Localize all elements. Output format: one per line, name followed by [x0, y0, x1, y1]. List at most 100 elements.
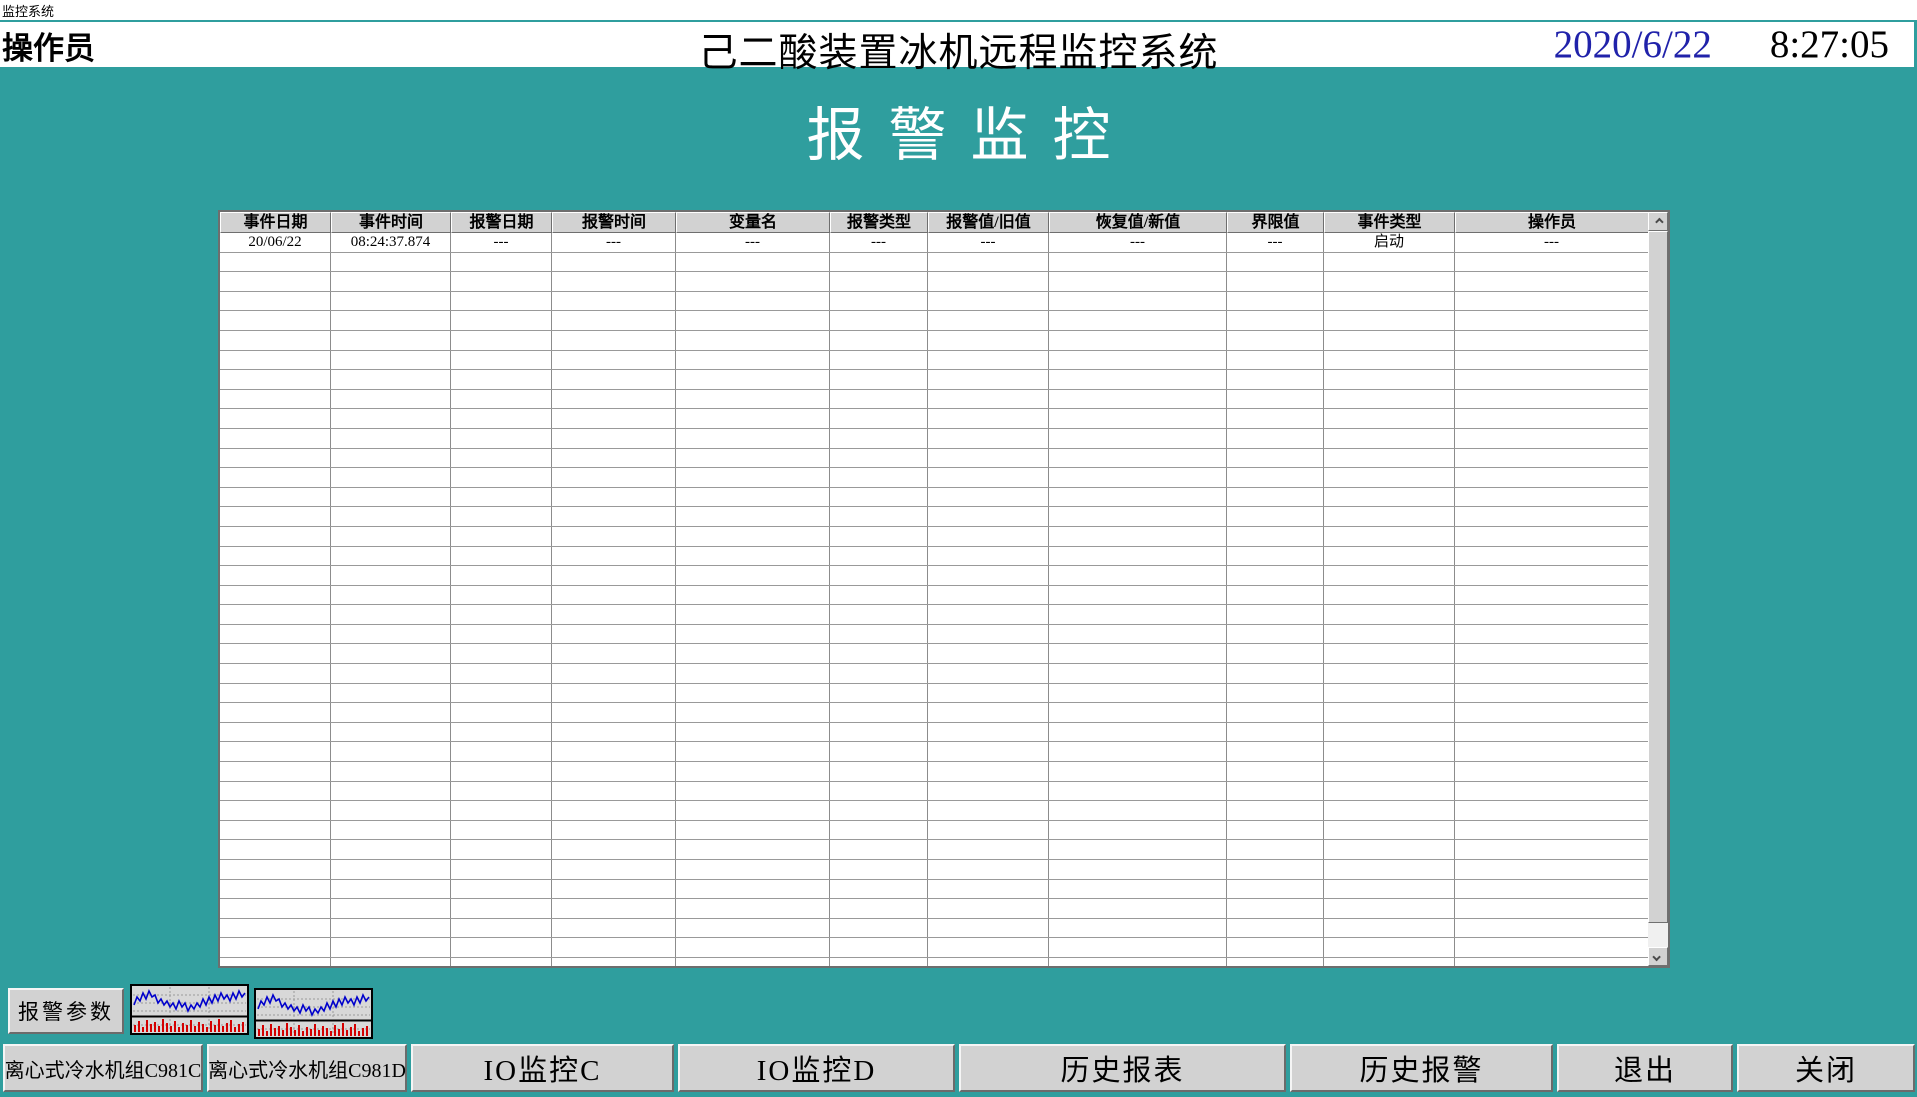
table-cell [552, 899, 676, 918]
nav-button-close[interactable]: 关闭 [1737, 1044, 1915, 1092]
table-cell [1227, 350, 1324, 370]
table-cell [676, 428, 830, 448]
table-row[interactable] [220, 252, 1648, 273]
table-cell [1455, 919, 1648, 938]
table-row[interactable] [220, 448, 1648, 469]
table-row[interactable] [220, 683, 1648, 704]
scroll-down-button[interactable] [1648, 947, 1668, 966]
nav-button-chiller-c981d[interactable]: 离心式冷水机组C981D [207, 1044, 407, 1092]
column-header-alarm-date[interactable]: 报警日期 [451, 212, 552, 233]
column-header-variable-name[interactable]: 变量名 [676, 212, 830, 233]
table-row[interactable] [220, 722, 1648, 743]
column-header-alarm-value[interactable]: 报警值/旧值 [928, 212, 1049, 233]
table-cell [1455, 664, 1648, 683]
trend-thumbnail-button-2[interactable] [254, 988, 373, 1039]
table-row[interactable] [220, 762, 1648, 782]
table-cell [552, 409, 676, 428]
table-row[interactable] [220, 507, 1648, 527]
table-cell [552, 566, 676, 585]
column-header-limit-value[interactable]: 界限值 [1227, 212, 1324, 233]
nav-button-io-monitor-d[interactable]: IO监控D [678, 1044, 955, 1092]
bottom-nav-bar: 离心式冷水机组C981C 离心式冷水机组C981D IO监控C IO监控D 历史… [3, 1044, 1915, 1092]
table-cell [1227, 801, 1324, 820]
table-row[interactable] [220, 703, 1648, 723]
table-row[interactable] [220, 409, 1648, 429]
table-row[interactable] [220, 468, 1648, 488]
scroll-up-button[interactable] [1648, 212, 1668, 231]
nav-button-io-monitor-c[interactable]: IO监控C [411, 1044, 674, 1092]
table-row[interactable] [220, 389, 1648, 410]
table-cell [1455, 782, 1648, 801]
table-cell [331, 507, 451, 526]
table-row[interactable] [220, 428, 1648, 449]
table-cell [1049, 840, 1227, 859]
table-row[interactable] [220, 487, 1648, 508]
table-cell [1324, 703, 1455, 722]
table-row[interactable] [220, 664, 1648, 684]
table-cell [220, 644, 331, 664]
table-row[interactable] [220, 957, 1648, 966]
table-cell [220, 507, 331, 526]
table-row[interactable] [220, 918, 1648, 939]
table-cell [552, 644, 676, 664]
table-cell [451, 664, 552, 683]
table-cell [830, 703, 928, 722]
column-header-alarm-time[interactable]: 报警时间 [552, 212, 676, 233]
table-row[interactable] [220, 781, 1648, 802]
table-vertical-scrollbar[interactable] [1648, 212, 1668, 966]
table-row[interactable] [220, 546, 1648, 567]
table-cell [1227, 370, 1324, 389]
table-row[interactable] [220, 585, 1648, 606]
nav-button-history-report[interactable]: 历史报表 [959, 1044, 1286, 1092]
column-header-event-date[interactable]: 事件日期 [220, 212, 331, 233]
table-row[interactable] [220, 330, 1648, 351]
table-cell [830, 860, 928, 879]
table-row[interactable] [220, 801, 1648, 821]
table-cell [451, 703, 552, 722]
nav-button-history-alarm[interactable]: 历史报警 [1290, 1044, 1553, 1092]
nav-button-exit[interactable]: 退出 [1557, 1044, 1733, 1092]
table-row[interactable] [220, 820, 1648, 841]
table-cell [1324, 820, 1455, 840]
table-cell [928, 468, 1049, 487]
table-cell [451, 468, 552, 487]
table-row[interactable] [220, 291, 1648, 312]
column-header-event-type[interactable]: 事件类型 [1324, 212, 1455, 233]
table-row[interactable] [220, 526, 1648, 547]
table-row[interactable]: 20/06/22 08:24:37.874 --- --- --- --- --- --- --… [220, 233, 1648, 253]
table-cell [928, 938, 1049, 957]
table-row[interactable] [220, 350, 1648, 371]
table-cell [1227, 272, 1324, 291]
column-header-operator[interactable]: 操作员 [1455, 212, 1648, 233]
table-cell [928, 820, 1049, 840]
column-header-recovery-value[interactable]: 恢复值/新值 [1049, 212, 1227, 233]
table-cell [676, 252, 830, 272]
table-row[interactable] [220, 311, 1648, 331]
table-row[interactable] [220, 938, 1648, 958]
table-cell [331, 605, 451, 624]
column-header-alarm-type[interactable]: 报警类型 [830, 212, 928, 233]
alarm-params-button[interactable]: 报警参数 [8, 988, 124, 1034]
table-row[interactable] [220, 370, 1648, 390]
table-row[interactable] [220, 860, 1648, 880]
table-cell [676, 389, 830, 409]
table-row[interactable] [220, 840, 1648, 860]
table-row[interactable] [220, 624, 1648, 645]
table-cell [928, 762, 1049, 781]
table-row[interactable] [220, 879, 1648, 900]
trend-thumbnail-button-1[interactable] [130, 984, 249, 1035]
table-row[interactable] [220, 644, 1648, 665]
table-cell [1324, 330, 1455, 350]
table-row[interactable] [220, 605, 1648, 625]
nav-button-chiller-c981c[interactable]: 离心式冷水机组C981C [3, 1044, 203, 1092]
table-cell [220, 899, 331, 918]
scrollbar-track[interactable] [1648, 231, 1668, 947]
table-cell [451, 291, 552, 311]
table-row[interactable] [220, 899, 1648, 919]
table-row[interactable] [220, 566, 1648, 586]
scrollbar-thumb[interactable] [1648, 231, 1668, 923]
table-row[interactable] [220, 742, 1648, 763]
table-cell [220, 272, 331, 291]
column-header-event-time[interactable]: 事件时间 [331, 212, 451, 233]
table-row[interactable] [220, 272, 1648, 292]
